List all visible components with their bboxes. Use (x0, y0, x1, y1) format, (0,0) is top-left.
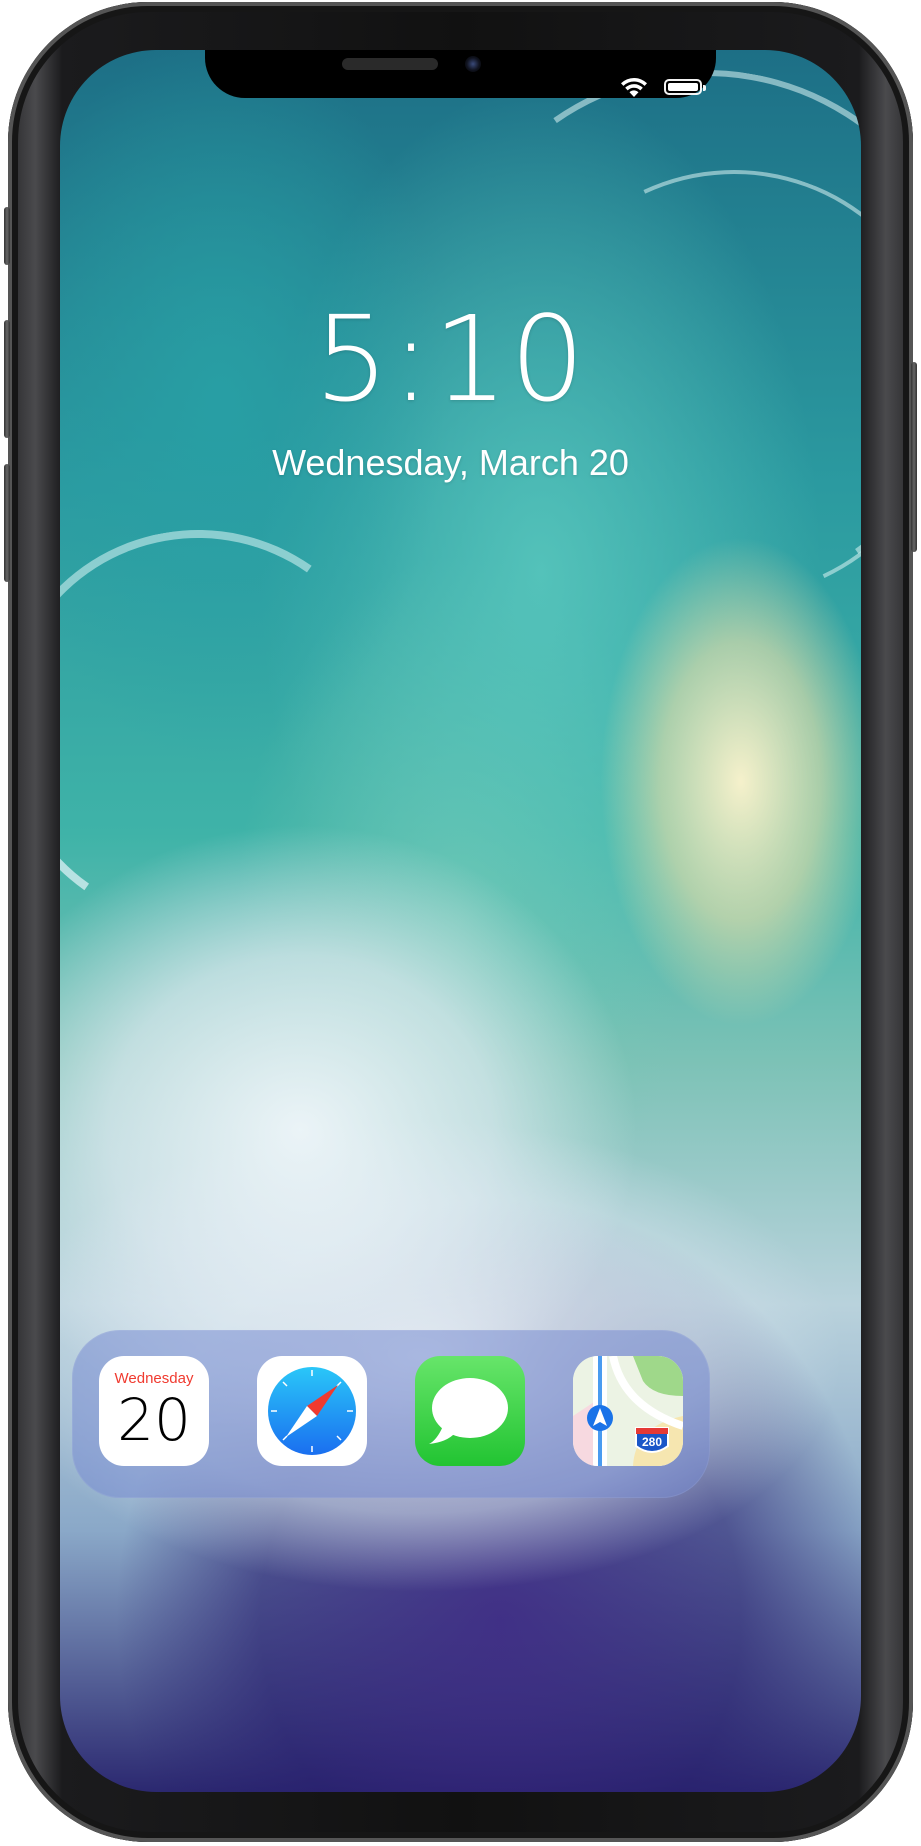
calendar-day-number: 20 (117, 1386, 191, 1454)
safari-compass-icon (268, 1367, 356, 1455)
calendar-day-label: Wednesday (114, 1370, 194, 1387)
silent-switch (4, 207, 10, 265)
status-bar (620, 76, 710, 100)
maps-icon: 280 (573, 1356, 683, 1466)
lock-screen-time: 5:10 (314, 290, 587, 428)
maps-shield-text: 280 (642, 1435, 662, 1449)
volume-down-button (4, 464, 10, 582)
battery-fill (668, 83, 698, 91)
battery-cap (703, 85, 706, 91)
messages-app-icon[interactable] (415, 1356, 525, 1466)
maps-app-icon[interactable]: 280 (573, 1356, 683, 1466)
wifi-icon (621, 77, 647, 97)
safari-app-icon[interactable] (257, 1356, 367, 1466)
lock-screen-date: Wednesday, March 20 (272, 442, 629, 483)
side-button (911, 362, 917, 552)
calendar-app-icon[interactable]: Wednesday 20 (99, 1356, 209, 1466)
volume-up-button (4, 320, 10, 438)
speech-bubble-icon (429, 1378, 508, 1444)
wallpaper-streak (60, 498, 428, 958)
front-camera (465, 56, 481, 72)
battery-icon (664, 79, 706, 95)
lock-screen[interactable]: 5:10 Wednesday, March 20 (60, 50, 861, 1792)
earpiece-speaker (342, 58, 438, 70)
